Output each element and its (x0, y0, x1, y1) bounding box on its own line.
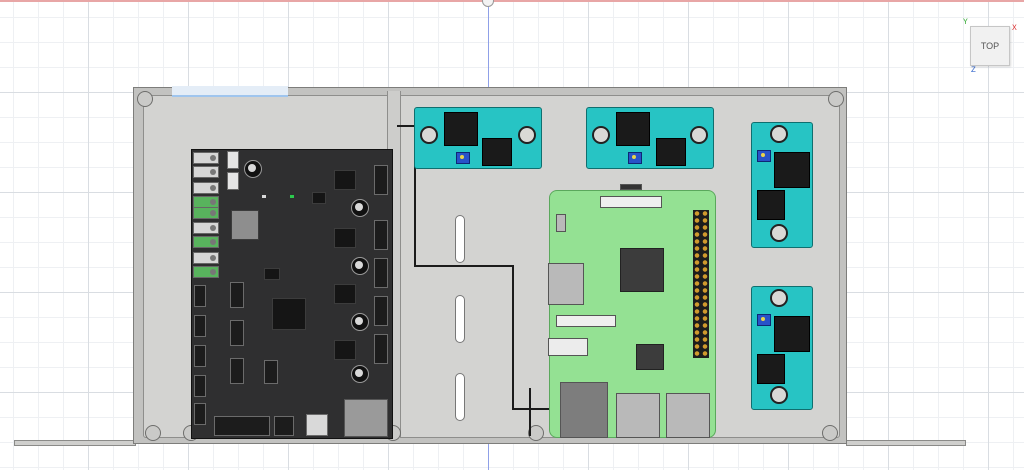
screw-terminal (193, 166, 219, 178)
trim-pot (628, 152, 642, 164)
inductor (774, 152, 810, 188)
view-cube[interactable]: Y X Z TOP (960, 18, 1020, 78)
fan-connector (230, 320, 244, 346)
mount-hole (690, 126, 708, 144)
mount-hole (518, 126, 536, 144)
screw-terminal (193, 236, 219, 248)
screw-terminal (193, 182, 219, 194)
usb-port (616, 393, 660, 438)
inductor (774, 316, 810, 352)
ethernet-port (560, 382, 608, 438)
exp-header (214, 416, 270, 436)
standoff (828, 91, 844, 107)
stepper-driver-socket (334, 228, 356, 248)
hdmi-port (548, 263, 584, 305)
motor-connector (374, 258, 388, 288)
endstop-connector (194, 315, 206, 337)
vent-slot (455, 295, 465, 343)
fan-connector (230, 358, 244, 384)
stepper-driver-socket (334, 170, 356, 190)
soc-chip (620, 248, 664, 292)
status-led (290, 195, 294, 198)
endstop-connector (194, 375, 206, 397)
wire (512, 265, 514, 410)
regulator-chip (757, 190, 785, 220)
wire (512, 408, 550, 410)
screw-terminal (193, 266, 219, 278)
exp-header (274, 416, 294, 436)
fan-connector (230, 282, 244, 308)
capacitor (351, 257, 369, 275)
endstop-connector (194, 345, 206, 367)
fuse (227, 172, 239, 190)
endstop-connector (194, 285, 206, 307)
wire (529, 388, 531, 436)
mount-hole (770, 289, 788, 307)
inductor (444, 112, 478, 146)
top-edge-line (0, 0, 1024, 2)
vent-slot (455, 215, 465, 263)
screw-terminal (193, 252, 219, 264)
z-axis-label: Z (971, 66, 976, 75)
mount-hole (770, 125, 788, 143)
display-connector (600, 196, 662, 208)
fan-connector (264, 360, 278, 384)
gpio-header (693, 210, 709, 358)
sd-card-slot (344, 399, 388, 437)
usb-port (666, 393, 710, 438)
motor-connector (374, 296, 388, 326)
capacitor (351, 365, 369, 383)
screw-terminal (193, 207, 219, 219)
usb-port (306, 414, 328, 436)
stepper-driver-socket (334, 340, 356, 360)
x-axis-label: X (1012, 24, 1017, 33)
vent-slot (455, 373, 465, 421)
usb-power-port (556, 214, 566, 232)
fuse (227, 151, 239, 169)
mount-hole (770, 386, 788, 404)
screw-terminal (193, 222, 219, 234)
stepper-driver-socket (334, 284, 356, 304)
motor-connector (374, 165, 388, 195)
mount-hole (592, 126, 610, 144)
regulator-chip (656, 138, 686, 166)
left-flange (14, 440, 136, 446)
regulator-chip (757, 354, 785, 384)
mount-hole (770, 224, 788, 242)
mount-hole (420, 126, 438, 144)
ic-chip (312, 192, 326, 204)
inductor (616, 112, 650, 146)
camera-connector (556, 315, 616, 327)
regulator-chip (482, 138, 512, 166)
capacitor (244, 160, 262, 178)
view-cube-top-face[interactable]: TOP (970, 26, 1010, 66)
right-flange (846, 440, 966, 446)
mosfet (231, 210, 259, 240)
standoff (137, 91, 153, 107)
endstop-connector (194, 403, 206, 425)
trim-pot (757, 150, 771, 162)
ic-chip (264, 268, 280, 280)
capacitor (351, 199, 369, 217)
standoff (145, 425, 161, 441)
screw-terminal (193, 152, 219, 164)
capacitor (351, 313, 369, 331)
display-connector-latch (620, 184, 642, 190)
trim-pot (456, 152, 470, 164)
wire (414, 265, 514, 267)
origin-marker[interactable] (482, 0, 494, 7)
enclosure-cutout (172, 86, 288, 97)
trim-pot (757, 314, 771, 326)
y-axis-label: Y (963, 18, 968, 27)
mcu-chip (272, 298, 306, 330)
standoff (822, 425, 838, 441)
controller-board[interactable] (191, 149, 393, 439)
usb-controller-chip (636, 344, 664, 370)
motor-connector (374, 334, 388, 364)
motor-connector (374, 220, 388, 250)
audio-jack (548, 338, 588, 356)
status-led (262, 195, 266, 198)
